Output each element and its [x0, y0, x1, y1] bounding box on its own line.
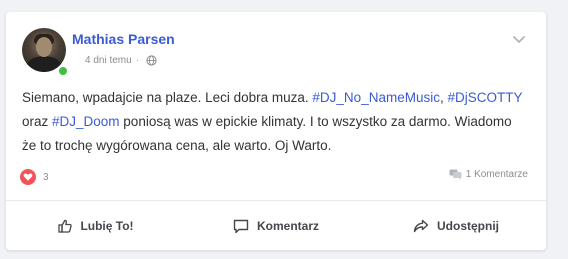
post-meta: 4 dni temu ·: [85, 55, 157, 66]
comments-count-label: 1 Komentarze: [465, 169, 528, 180]
share-icon: [413, 219, 429, 233]
comment-icon: [233, 219, 249, 233]
comments-count[interactable]: 1 Komentarze: [449, 169, 528, 180]
like-button-label: Lubię To!: [80, 219, 134, 233]
post-text: Siemano, wpadajcie na plaze. Leci dobra …: [22, 86, 527, 158]
comment-button-label: Komentarz: [256, 219, 319, 233]
meta-separator: ·: [135, 55, 140, 66]
share-button-label: Udostępnij: [437, 219, 499, 233]
heart-icon: [20, 169, 36, 185]
author-avatar-wrap[interactable]: [22, 28, 69, 77]
post-actions-bar: Lubię To! Komentarz Udostępnij: [6, 200, 546, 251]
hashtag-dj-no-name-music[interactable]: #DJ_No_NameMusic: [312, 90, 440, 105]
chevron-down-icon[interactable]: [512, 32, 526, 46]
post-time[interactable]: 4 dni temu: [85, 55, 132, 66]
comment-button[interactable]: Komentarz: [186, 201, 366, 251]
author-name[interactable]: Mathias Parsen: [72, 31, 175, 47]
hashtag-djscotty[interactable]: #DjSCOTTY: [447, 90, 522, 105]
post-card: Mathias Parsen 4 dni temu · Siemano, wpa…: [6, 12, 546, 250]
share-button[interactable]: Udostępnij: [366, 201, 546, 251]
globe-icon: [146, 55, 157, 66]
post-text-part1: Siemano, wpadajcie na plaze. Leci dobra …: [22, 90, 313, 105]
reaction-count: 3: [43, 171, 49, 183]
hashtag-dj-doom[interactable]: #DJ_Doom: [52, 114, 120, 129]
comments-icon: [449, 169, 462, 180]
online-status-dot: [57, 65, 69, 77]
post-text-part3: oraz: [22, 114, 53, 129]
thumbs-up-icon: [58, 219, 73, 233]
like-button[interactable]: Lubię To!: [6, 201, 186, 251]
reactions-summary[interactable]: 3: [20, 169, 49, 185]
